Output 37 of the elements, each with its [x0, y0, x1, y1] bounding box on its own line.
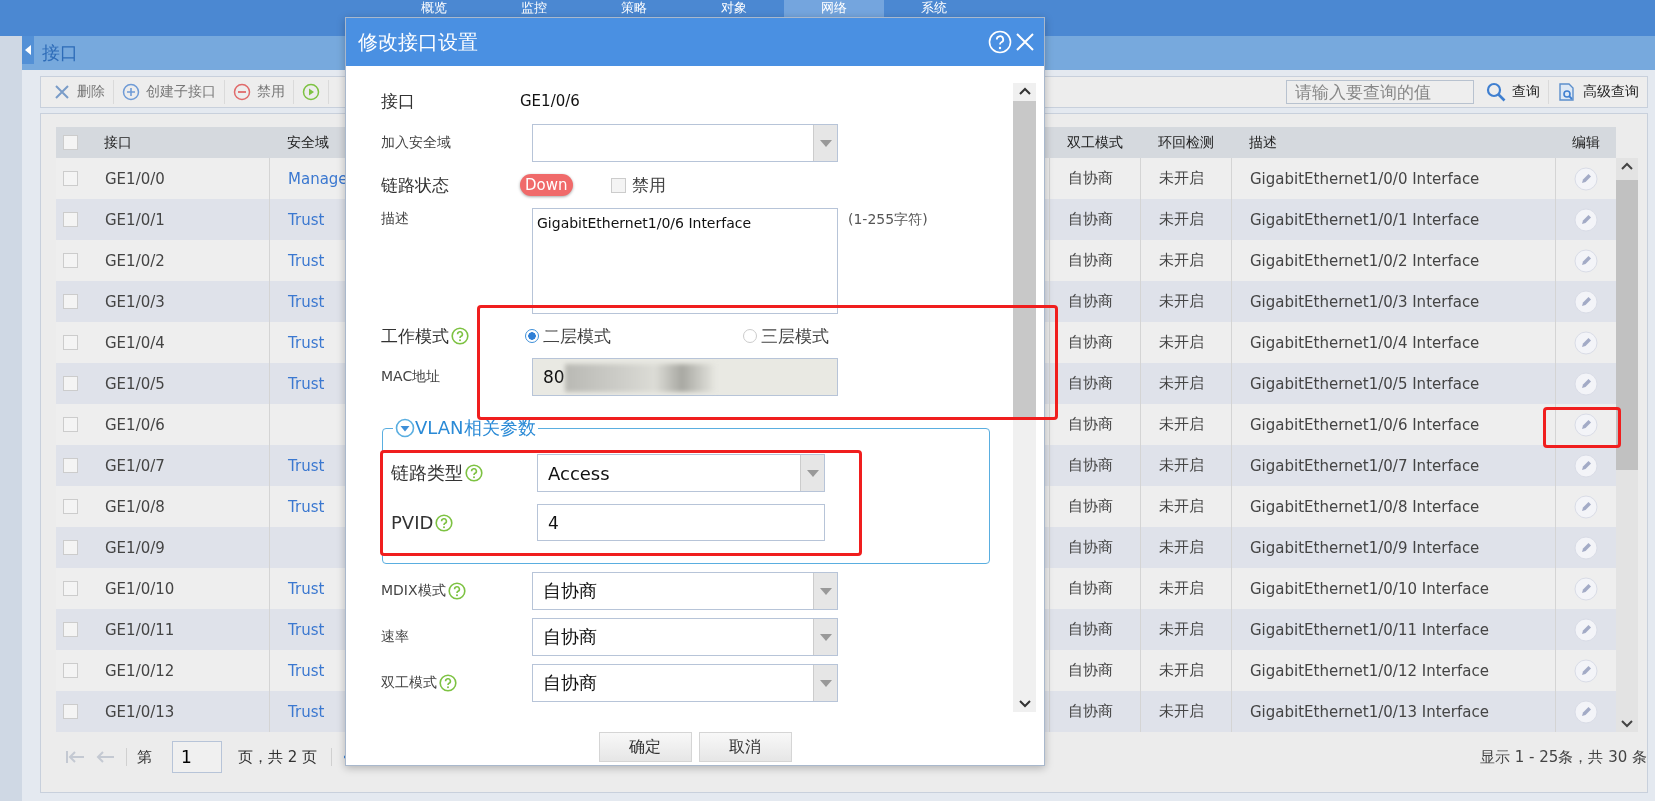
field-hint: (1-255字符) [848, 210, 928, 229]
table-cell: GigabitEthernet1/0/13 Interface [1231, 691, 1555, 732]
table-cell-text: GE1/0/12 [104, 660, 176, 682]
table-cell-text: GE1/0/0 [104, 168, 166, 190]
status-badge: Down [520, 174, 573, 196]
field-label: MAC地址 [381, 368, 441, 386]
table-cell-text: GE1/0/4 [104, 332, 166, 354]
field-label: 描述 [381, 210, 409, 228]
table-cell: 自协商 [1049, 691, 1140, 732]
field-label: 接口 [381, 89, 415, 113]
panel-title: 接口 [42, 41, 78, 65]
page-label: 第 [137, 747, 152, 767]
field-value: GE1/0/6 [520, 92, 580, 110]
record-summary: 显示 1 - 25条，共 30 条 [1480, 747, 1647, 767]
table-cell-text: GE1/0/3 [104, 291, 166, 313]
page-count: 页，共 2 页 [238, 747, 318, 767]
table-cell-text: GE1/0/10 [104, 578, 176, 600]
field-label: MDIX模式 [381, 582, 446, 600]
table-cell-text: GE1/0/8 [104, 496, 166, 518]
table-cell-text: GE1/0/9 [104, 537, 166, 559]
table-cell-text: GE1/0/7 [104, 455, 166, 477]
table-cell-text: GE1/0/2 [104, 250, 166, 272]
field-label: 链路状态 [381, 173, 449, 197]
field-label: 工作模式 [381, 324, 449, 348]
table-cell-text: GE1/0/13 [104, 701, 176, 723]
mac-field: 80 [532, 358, 838, 396]
table-cell-text: GE1/0/1 [104, 209, 166, 231]
field-label: 加入安全域 [381, 134, 451, 152]
field-label: 链路类型 [391, 461, 463, 485]
table-cell-text: GE1/0/11 [104, 619, 176, 641]
field-label: 双工模式 [381, 674, 437, 692]
dialog-title: 修改接口设置 [358, 28, 479, 56]
table-cell: 未开启 [1140, 691, 1231, 732]
table-cell-text: GE1/0/6 [104, 414, 166, 436]
field-label: PVID [391, 512, 434, 533]
table-cell-text: GE1/0/5 [104, 373, 166, 395]
field-label: 速率 [381, 628, 409, 646]
